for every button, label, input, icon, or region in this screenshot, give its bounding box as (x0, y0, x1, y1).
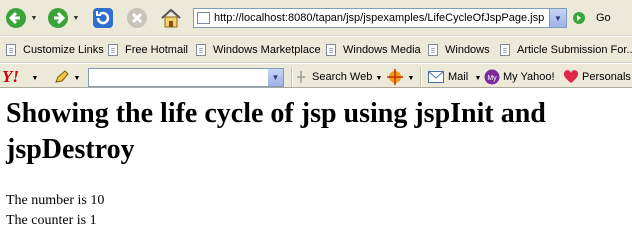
page-heading: Showing the life cycle of jsp using jspI… (6, 98, 546, 165)
back-button[interactable] (3, 6, 29, 30)
links-toolbar: Customize Links Free Hotmail Windows Mar… (0, 36, 632, 63)
yahoo-logo: Y! (2, 66, 19, 86)
target-icon (387, 69, 403, 85)
highlight-chevron-icon[interactable]: ▼ (406, 73, 416, 83)
yahoo-logo-button[interactable]: Y! (2, 67, 19, 86)
back-dropdown-chevron-icon[interactable]: ▼ (29, 13, 39, 23)
my-yahoo-button[interactable]: My My Yahoo! (484, 68, 555, 86)
address-dropdown-chevron-icon[interactable]: ▼ (549, 9, 566, 27)
my-yahoo-icon: My (484, 69, 500, 85)
my-yahoo-label: My Yahoo! (503, 71, 555, 83)
counter-text: The counter is 1 (6, 213, 97, 228)
toolbar-divider (291, 67, 293, 87)
go-label: Go (596, 12, 611, 24)
link-label: Windows (445, 44, 490, 56)
navigation-toolbar: ▼ ▼ http://localhost:8080/tapan/jsp/jspe… (0, 0, 632, 36)
personals-label: Personals (582, 71, 631, 83)
page-content: Showing the life cycle of jsp using jspI… (0, 88, 632, 243)
home-button[interactable] (158, 6, 184, 30)
link-label: Customize Links (23, 44, 104, 56)
yahoo-menu-chevron-icon[interactable]: ▼ (30, 73, 40, 83)
toolbar-divider (420, 67, 422, 87)
link-windows[interactable]: Windows (428, 42, 490, 58)
page-icon (326, 44, 336, 56)
forward-arrow-icon (48, 8, 68, 28)
personals-button[interactable]: Personals (563, 68, 631, 86)
mail-chevron-icon[interactable]: ▼ (473, 73, 483, 83)
mail-button[interactable]: Mail (428, 68, 468, 86)
svg-text:My: My (487, 75, 497, 82)
address-bar[interactable]: http://localhost:8080/tapan/jsp/jspexamp… (193, 8, 567, 28)
link-free-hotmail[interactable]: Free Hotmail (108, 42, 188, 58)
pencil-chevron-icon[interactable]: ▼ (72, 73, 82, 83)
number-text: The number is 10 (6, 193, 105, 208)
link-label: Windows Marketplace (213, 44, 321, 56)
address-url[interactable]: http://localhost:8080/tapan/jsp/jspexamp… (214, 12, 544, 24)
search-web-button[interactable]: Search Web (296, 68, 372, 86)
forward-dropdown-chevron-icon[interactable]: ▼ (71, 13, 81, 23)
link-windows-media[interactable]: Windows Media (326, 42, 421, 58)
stop-icon (127, 8, 147, 28)
page-icon (6, 44, 16, 56)
mail-label: Mail (448, 71, 469, 83)
page-icon (428, 44, 438, 56)
go-button[interactable]: Go (572, 8, 622, 28)
search-web-label: Search Web (312, 71, 373, 83)
yahoo-toolbar: Y! ▼ ▼ ▼ Search Web ▼ ▼ Mail ▼ My My Yah… (0, 63, 632, 88)
page-icon (108, 44, 118, 56)
page-icon (196, 44, 206, 56)
search-web-icon (297, 71, 305, 83)
go-arrow-icon (573, 12, 585, 24)
pencil-button[interactable] (52, 68, 70, 86)
link-article-submission[interactable]: Article Submission For... (500, 42, 632, 58)
back-arrow-icon (6, 8, 26, 28)
highlight-button[interactable] (386, 68, 404, 86)
search-dropdown-chevron-icon[interactable]: ▼ (268, 69, 283, 86)
link-label: Article Submission For... (517, 44, 632, 56)
home-icon (161, 8, 181, 28)
mail-icon (428, 71, 444, 83)
refresh-button[interactable] (90, 6, 116, 30)
refresh-icon (93, 8, 113, 28)
page-icon (197, 12, 210, 24)
stop-button[interactable] (124, 6, 150, 30)
link-windows-marketplace[interactable]: Windows Marketplace (196, 42, 321, 58)
forward-button[interactable] (45, 6, 71, 30)
pencil-icon (55, 70, 69, 83)
link-customize-links[interactable]: Customize Links (6, 42, 104, 58)
yahoo-search-input[interactable]: ▼ (88, 68, 284, 87)
search-web-chevron-icon[interactable]: ▼ (374, 73, 384, 83)
link-label: Free Hotmail (125, 44, 188, 56)
link-label: Windows Media (343, 44, 421, 56)
page-icon (500, 44, 510, 56)
heart-icon (563, 70, 579, 83)
